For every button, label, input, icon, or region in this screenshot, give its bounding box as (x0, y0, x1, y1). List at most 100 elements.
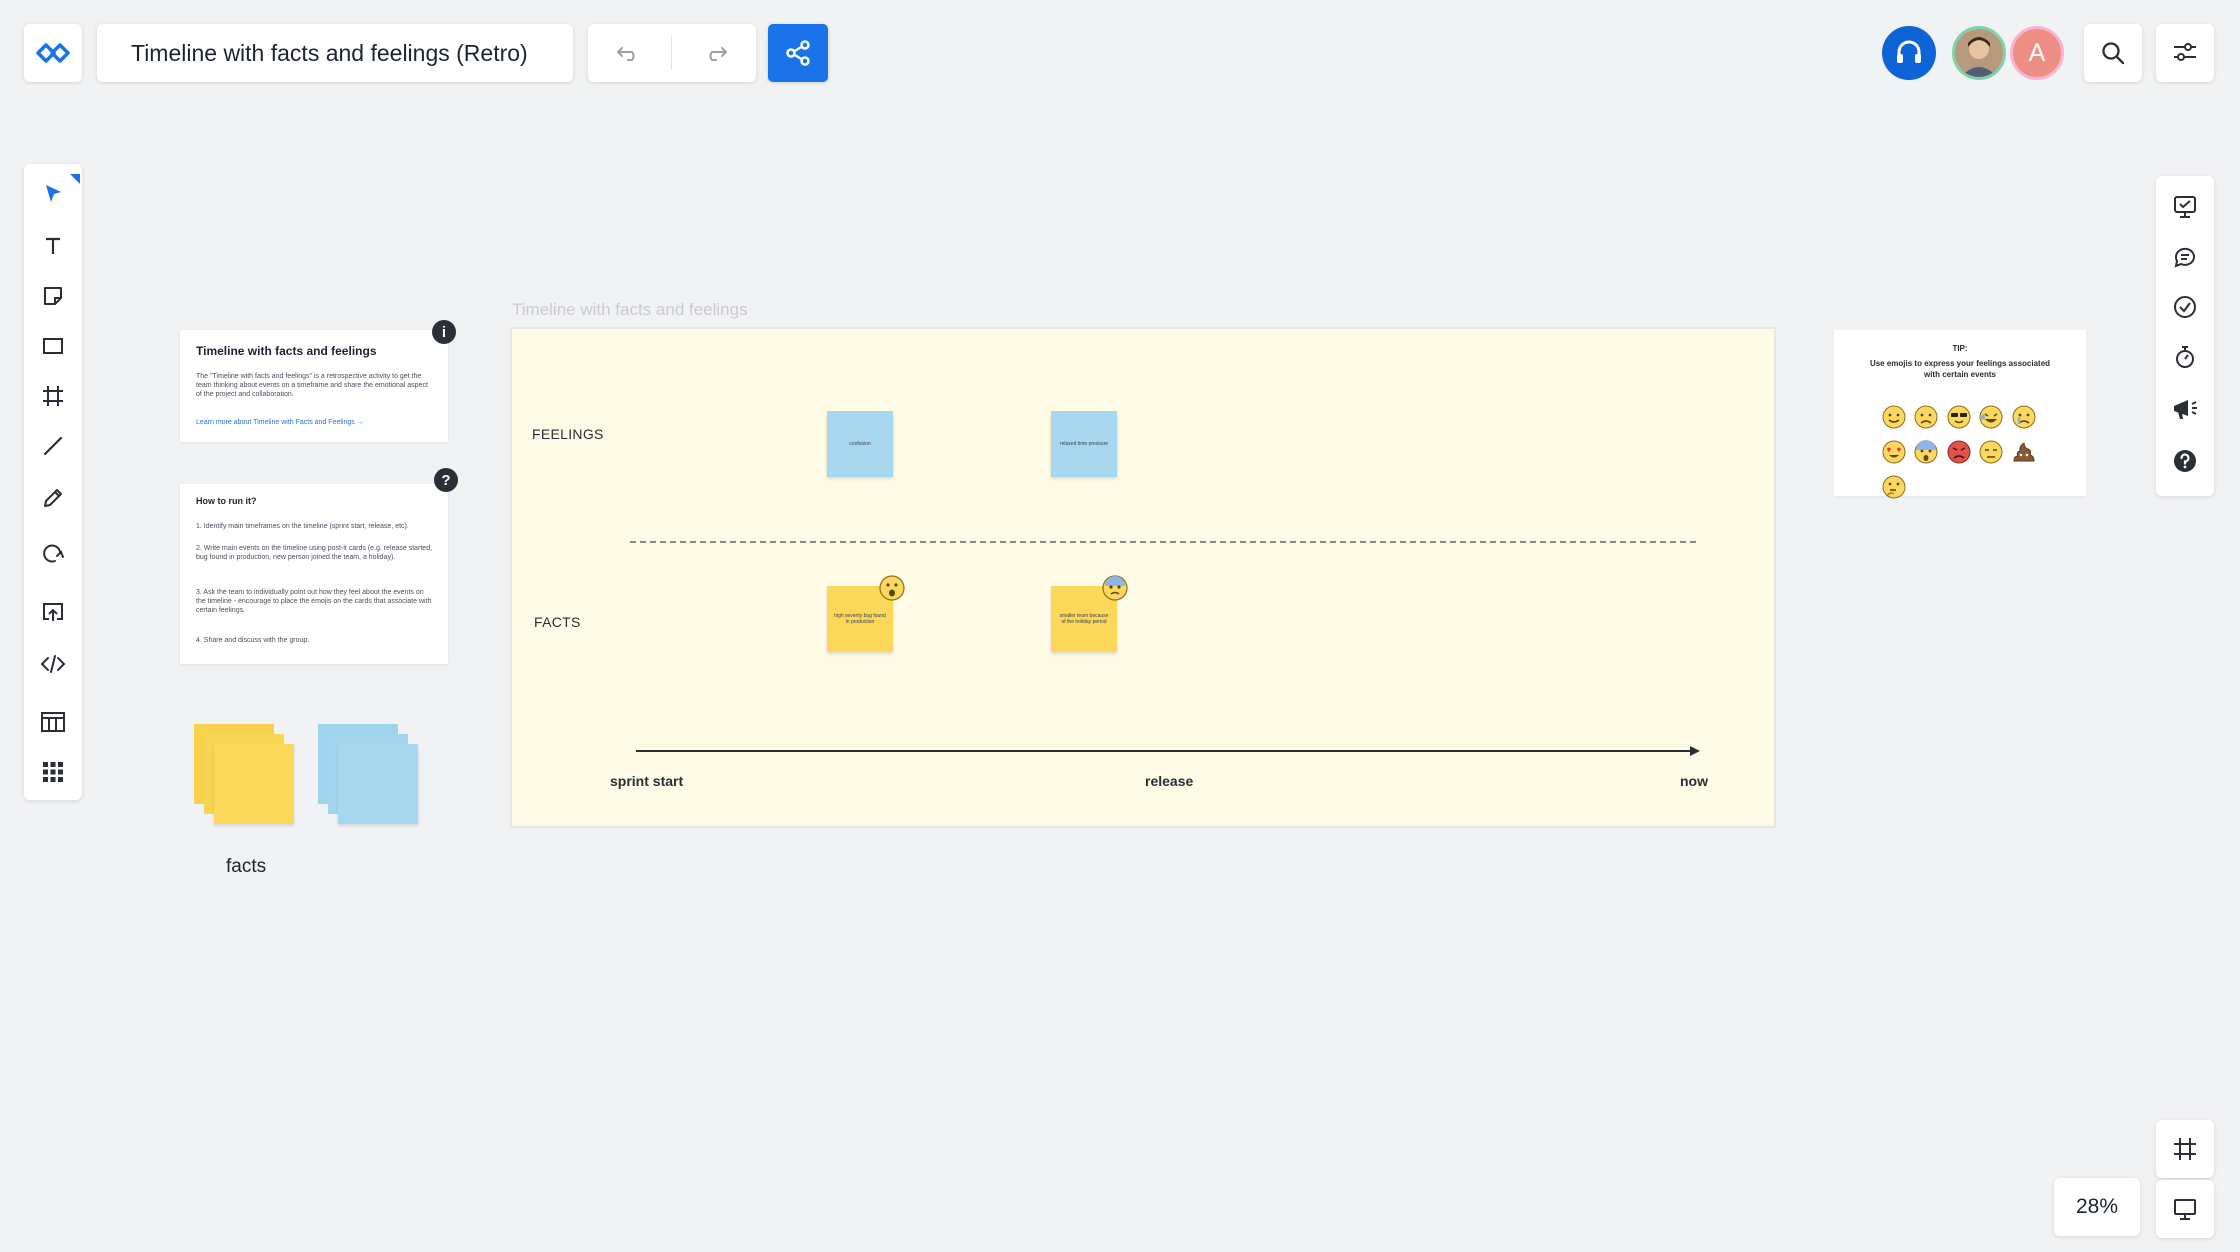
poop-emoji-icon[interactable] (2011, 439, 2037, 465)
undo-redo-group (588, 24, 756, 82)
select-tool[interactable] (24, 172, 82, 216)
board-title-text: Timeline with facts and feelings (Retro) (131, 39, 528, 66)
how-to-card[interactable]: How to run it? 1. Identify main timefram… (180, 484, 448, 664)
crying-emoji-icon[interactable] (2011, 404, 2037, 430)
shape-tool[interactable] (24, 324, 82, 368)
zoom-level: 28% (2075, 1195, 2119, 1218)
pencil-icon (44, 489, 62, 507)
help-icon (2174, 450, 2196, 472)
about-card-link[interactable]: Learn more about Timeline with Facts and… (196, 418, 434, 427)
audio-call-button[interactable] (1882, 26, 1936, 80)
facts-label: facts (226, 856, 267, 877)
line-icon (43, 436, 63, 456)
text-icon (46, 237, 60, 254)
how-to-step-3: 3. Ask the team to individually point ou… (196, 589, 432, 614)
undo-button[interactable] (604, 38, 654, 68)
laughing-emoji-icon[interactable] (1978, 404, 2004, 430)
timer-tool[interactable] (2156, 334, 2214, 380)
screaming-emoji-icon[interactable] (1913, 439, 1939, 465)
redo-button[interactable] (690, 38, 740, 68)
tip-text: Use emojis to express your feelings asso… (1869, 359, 2051, 379)
frame-icon (2174, 1138, 2196, 1160)
smile-emoji-icon[interactable] (1881, 404, 1907, 430)
about-card[interactable]: Timeline with facts and feelings The "Ti… (180, 330, 448, 442)
surprised-emoji-icon[interactable] (878, 574, 906, 602)
board-title[interactable]: Timeline with facts and feelings (Retro) (97, 24, 573, 82)
presentation-icon (2174, 196, 2196, 218)
announce-tool[interactable] (2156, 386, 2214, 432)
yellow-sticky-stack[interactable] (194, 724, 298, 828)
axis-label-now: now (1680, 773, 1708, 789)
thinking-emoji-icon[interactable] (1881, 474, 1907, 500)
collaborator-avatar-initial[interactable]: A (2010, 26, 2064, 80)
collaborator-avatar-photo[interactable] (1952, 26, 2006, 80)
feeling-note-confusion[interactable]: confusion (827, 411, 893, 477)
stack-note (214, 744, 294, 824)
timeline-arrow (636, 746, 1700, 756)
frame-title[interactable]: Timeline with facts and feelings (512, 300, 748, 320)
check-circle-icon (2174, 296, 2196, 318)
feeling-note-relaxed[interactable]: relaxed time pressure (1051, 411, 1117, 477)
active-indicator (70, 174, 80, 184)
upload-tool[interactable] (24, 590, 82, 634)
templates-tool[interactable] (24, 700, 82, 744)
avatar-initial: A (2028, 38, 2046, 67)
infinity-logo-icon (36, 43, 70, 63)
present-button[interactable] (2156, 1180, 2214, 1238)
blue-sticky-stack[interactable] (318, 724, 422, 828)
axis-label-release: release (1145, 773, 1194, 789)
emoji-palette (1880, 402, 2050, 507)
comments-tool[interactable] (2156, 234, 2214, 280)
worried-emoji-icon[interactable] (1978, 439, 2004, 465)
help-badge-icon[interactable]: ? (434, 468, 458, 492)
chat-icon (2174, 247, 2195, 268)
share-button[interactable] (768, 24, 828, 82)
sticky-note-tool[interactable] (24, 274, 82, 318)
monitor-icon (2174, 1199, 2196, 1220)
board-settings-button[interactable] (2156, 24, 2214, 82)
how-to-step-2: 2. Write main events on the timeline usi… (196, 545, 433, 561)
tip-card[interactable]: TIP: Use emojis to express your feelings… (1834, 330, 2086, 499)
line-tool[interactable] (24, 424, 82, 468)
search-icon (2102, 42, 2125, 65)
stack-note (338, 744, 418, 824)
sticky-note-icon (44, 287, 62, 305)
embed-tool[interactable] (24, 642, 82, 686)
right-toolbar (2156, 176, 2214, 496)
fearful-emoji-icon[interactable] (1101, 574, 1129, 602)
sad-emoji-icon[interactable] (1913, 404, 1939, 430)
text-tool[interactable] (24, 224, 82, 268)
heart-eyes-emoji-icon[interactable] (1881, 439, 1907, 465)
toolbar-divider (671, 36, 672, 70)
frames-button[interactable] (2156, 1120, 2214, 1178)
apps-tool[interactable] (24, 750, 82, 794)
undo-icon (617, 47, 635, 61)
how-to-step-1: 1. Identify main timeframes on the timel… (196, 523, 409, 530)
left-toolbar (24, 164, 82, 800)
pen-tool[interactable] (24, 476, 82, 520)
redo-icon (709, 47, 727, 61)
search-button[interactable] (2084, 24, 2142, 82)
tasks-tool[interactable] (2156, 284, 2214, 330)
zoom-level-button[interactable]: 28% (2054, 1178, 2140, 1236)
comment-shape-tool[interactable] (24, 532, 82, 576)
angry-emoji-icon[interactable] (1946, 439, 1972, 465)
help-tool[interactable] (2156, 438, 2214, 484)
presentation-tool[interactable] (2156, 184, 2214, 230)
timeline-frame[interactable]: FEELINGS FACTS confusion relaxed time pr… (510, 327, 1776, 828)
frame-tool[interactable] (24, 374, 82, 418)
feelings-row-label: FEELINGS (532, 426, 604, 442)
share-icon (786, 40, 810, 66)
frame-icon (43, 386, 63, 406)
cool-emoji-icon[interactable] (1946, 404, 1972, 430)
app-logo[interactable] (24, 24, 82, 82)
cursor-arrow-icon (46, 185, 61, 202)
user-photo-icon (1955, 29, 2003, 77)
about-card-title: Timeline with facts and feelings (196, 344, 377, 358)
info-icon[interactable]: i (432, 320, 456, 344)
headset-icon (1897, 40, 1921, 63)
lasso-icon (43, 544, 64, 563)
upload-icon (43, 603, 63, 621)
how-to-step-4: 4. Share and discuss with the group. (196, 637, 310, 644)
megaphone-icon (2174, 400, 2197, 419)
